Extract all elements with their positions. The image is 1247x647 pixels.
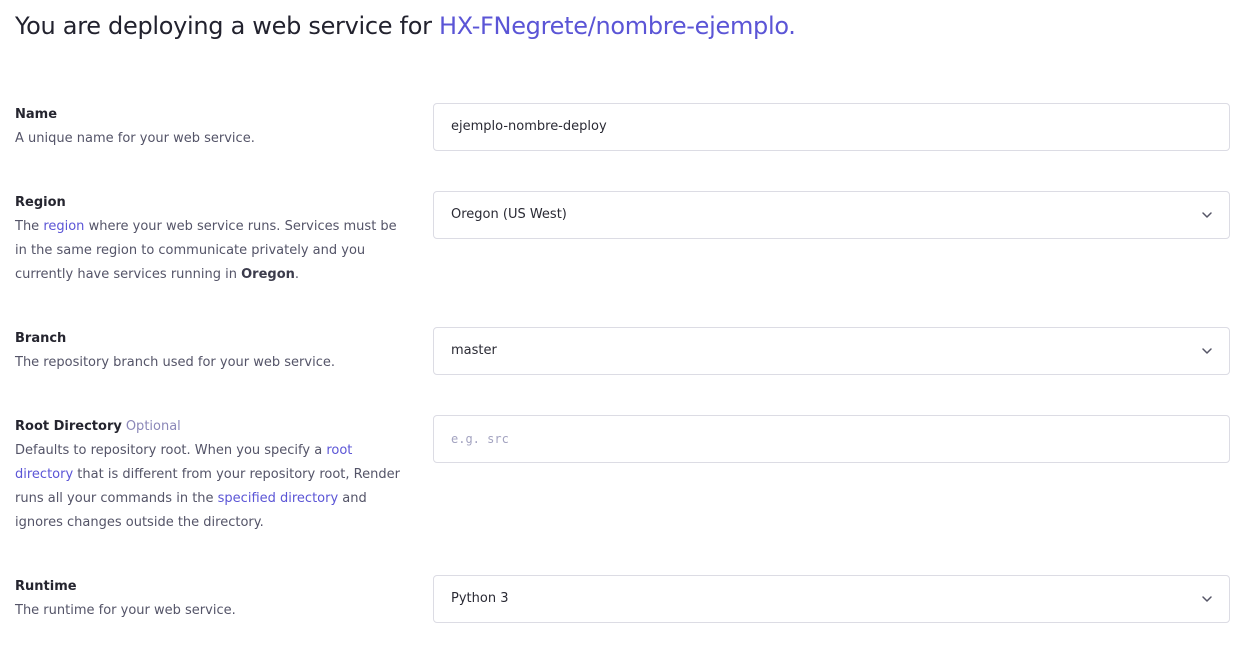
- chevron-down-icon: [1202, 348, 1212, 354]
- name-label-block: Name A unique name for your web service.: [15, 103, 415, 151]
- region-select-value: Oregon (US West): [451, 207, 567, 222]
- region-desc-text: The: [15, 219, 44, 234]
- chevron-down-icon: [1202, 212, 1212, 218]
- branch-label: Branch: [15, 331, 67, 346]
- branch-label-block: Branch The repository branch used for yo…: [15, 327, 415, 375]
- runtime-description: The runtime for your web service.: [15, 603, 236, 618]
- region-docs-link[interactable]: region: [43, 219, 84, 234]
- name-description: A unique name for your web service.: [15, 131, 255, 146]
- root-directory-placeholder: e.g. src: [451, 432, 509, 446]
- name-input[interactable]: ejemplo-nombre-deploy: [433, 103, 1230, 151]
- runtime-label-block: Runtime The runtime for your web service…: [15, 575, 415, 623]
- root-directory-label: Root Directory Optional: [15, 415, 400, 439]
- repo-link[interactable]: HX-FNegrete/nombre-ejemplo.: [439, 12, 796, 40]
- region-select[interactable]: Oregon (US West): [433, 191, 1230, 239]
- root-directory-desc-text: Defaults to repository root. When you sp…: [15, 443, 327, 458]
- root-directory-label-block: Root Directory Optional Defaults to repos…: [15, 415, 400, 535]
- region-label: Region: [15, 195, 66, 210]
- optional-tag: Optional: [125, 419, 181, 434]
- region-desc-end: .: [294, 267, 300, 282]
- root-directory-title: Root Directory: [15, 419, 122, 434]
- runtime-label: Runtime: [15, 579, 77, 594]
- name-input-value: ejemplo-nombre-deploy: [451, 119, 607, 134]
- runtime-select[interactable]: Python 3: [433, 575, 1230, 623]
- region-current-oregon: Oregon: [241, 267, 295, 282]
- deploy-web-service-form: You are deploying a web service for HX-F…: [0, 0, 1247, 647]
- page-title-prefix: You are deploying a web service for: [15, 12, 439, 40]
- branch-select[interactable]: master: [433, 327, 1230, 375]
- chevron-down-icon: [1202, 596, 1212, 602]
- specified-directory-link[interactable]: specified directory: [218, 491, 339, 506]
- root-directory-input[interactable]: e.g. src: [433, 415, 1230, 463]
- name-label: Name: [15, 107, 58, 122]
- branch-description: The repository branch used for your web …: [15, 355, 335, 370]
- runtime-select-value: Python 3: [451, 591, 509, 606]
- branch-select-value: master: [451, 343, 497, 358]
- root-directory-description: Defaults to repository root. When you sp…: [15, 439, 400, 535]
- page-title: You are deploying a web service for HX-F…: [15, 12, 796, 40]
- region-description: The region where your web service runs. …: [15, 215, 400, 287]
- region-label-block: Region The region where your web service…: [15, 191, 400, 287]
